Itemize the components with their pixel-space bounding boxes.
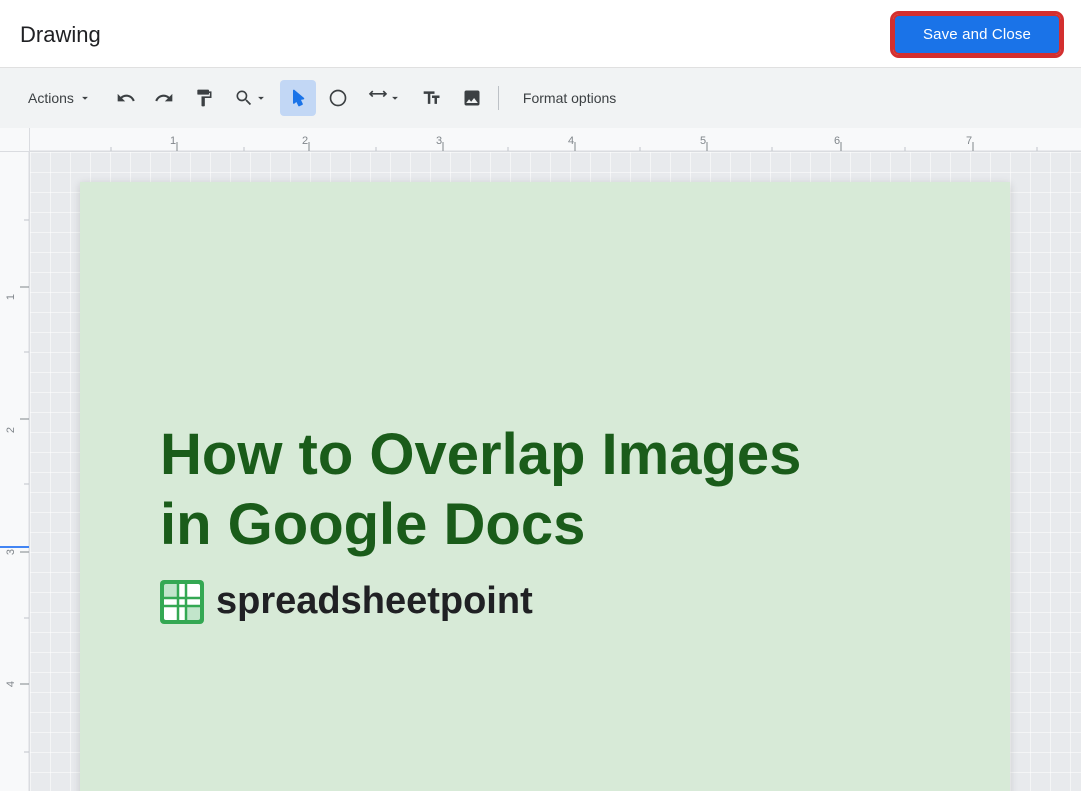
line-tools-icon — [368, 88, 388, 108]
ruler-v-svg: 1 2 3 4 — [0, 152, 30, 791]
paint-format-icon — [194, 88, 214, 108]
svg-text:1: 1 — [170, 135, 176, 147]
drawing-title-line1: How to Overlap Images — [160, 422, 801, 487]
select-button[interactable] — [280, 80, 316, 116]
toolbar-separator — [498, 86, 499, 110]
drawing-canvas[interactable]: How to Overlap Images in Google Docs — [80, 182, 1010, 791]
svg-text:7: 7 — [966, 135, 972, 147]
insert-image-button[interactable] — [454, 80, 490, 116]
shape-tools-icon — [328, 88, 348, 108]
page-title: Drawing — [20, 22, 101, 48]
zoom-button[interactable] — [226, 80, 276, 116]
format-options-button[interactable]: Format options — [507, 84, 632, 112]
ruler-vertical: 1 2 3 4 — [0, 152, 30, 791]
textbox-button[interactable] — [414, 80, 450, 116]
select-icon — [288, 88, 308, 108]
ruler-area: 1 2 3 4 5 6 7 — [0, 128, 1081, 152]
svg-text:4: 4 — [568, 135, 574, 147]
history-tools — [108, 80, 182, 116]
textbox-icon — [422, 88, 442, 108]
svg-text:4: 4 — [5, 681, 17, 687]
svg-text:5: 5 — [700, 135, 706, 147]
line-tools-button[interactable] — [360, 80, 410, 116]
toolbar: Actions — [0, 68, 1081, 128]
svg-text:2: 2 — [302, 135, 308, 147]
line-chevron-icon — [388, 91, 402, 105]
redo-button[interactable] — [146, 80, 182, 116]
zoom-chevron-icon — [254, 91, 268, 105]
ruler-horizontal: 1 2 3 4 5 6 7 — [30, 128, 1081, 152]
brand-name: spreadsheetpoint — [216, 580, 533, 623]
ruler-h-svg: 1 2 3 4 5 6 7 — [30, 128, 1081, 151]
shape-tools-button[interactable] — [320, 80, 356, 116]
drawing-brand: spreadsheetpoint — [160, 580, 930, 624]
main-content: Actions — [0, 68, 1081, 791]
chevron-down-icon — [78, 91, 92, 105]
svg-text:3: 3 — [436, 135, 442, 147]
drawing-title: How to Overlap Images in Google Docs — [160, 420, 930, 559]
paint-format-button[interactable] — [186, 80, 222, 116]
corner-ruler — [0, 128, 30, 152]
format-options-label: Format options — [523, 90, 616, 106]
brand-icon — [160, 580, 204, 624]
save-and-close-button[interactable]: Save and Close — [893, 14, 1061, 55]
svg-text:3: 3 — [5, 549, 17, 555]
actions-button[interactable]: Actions — [16, 84, 104, 112]
svg-text:6: 6 — [834, 135, 840, 147]
svg-text:2: 2 — [5, 427, 17, 433]
drawing-title-line2: in Google Docs — [160, 492, 585, 557]
svg-text:1: 1 — [5, 294, 17, 300]
undo-icon — [116, 88, 136, 108]
actions-label: Actions — [28, 90, 74, 106]
redo-icon — [154, 88, 174, 108]
header: Drawing Save and Close — [0, 0, 1081, 68]
undo-button[interactable] — [108, 80, 144, 116]
canvas-area: 1 2 3 4 — [0, 152, 1081, 791]
zoom-icon — [234, 88, 254, 108]
insert-image-icon — [462, 88, 482, 108]
drawing-content: How to Overlap Images in Google Docs — [80, 182, 1010, 791]
canvas-wrapper: How to Overlap Images in Google Docs — [30, 152, 1081, 791]
